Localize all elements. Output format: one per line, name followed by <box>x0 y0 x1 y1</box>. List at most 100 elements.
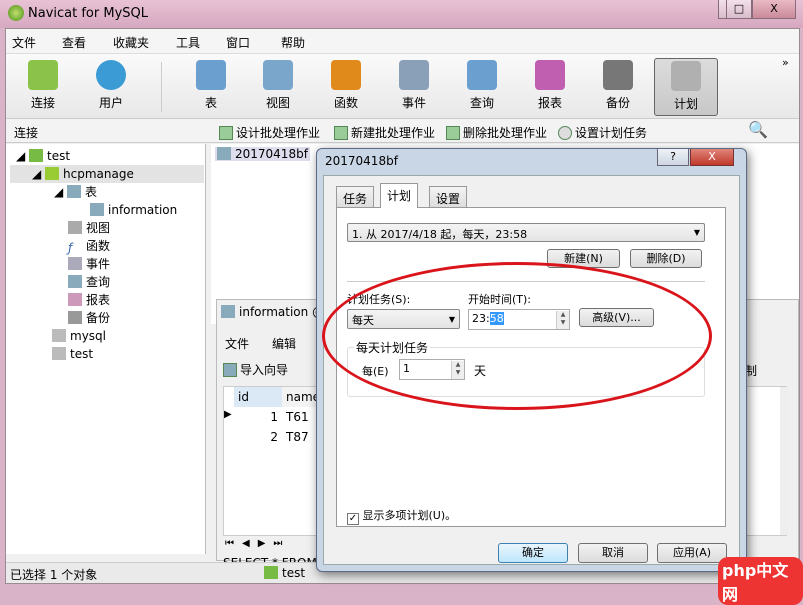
database-icon <box>45 167 60 180</box>
tree-item-queries[interactable]: 查询 <box>68 273 110 291</box>
chevron-down-icon: ▼ <box>448 315 455 324</box>
tree-item-events[interactable]: 事件 <box>68 255 110 273</box>
dialog-close-button[interactable]: X <box>690 149 734 166</box>
delete-batch-job-button[interactable]: 删除批处理作业 <box>446 124 547 141</box>
tree-item-test[interactable]: ◢ test <box>16 147 70 165</box>
toolbar-user-button[interactable]: 用户 <box>84 58 138 116</box>
record-navigator[interactable]: ⏮◀▶⏭ <box>225 538 290 549</box>
ok-button[interactable]: 确定 <box>498 543 568 563</box>
delete-schedule-button[interactable]: 删除(D) <box>630 249 702 268</box>
menu-help[interactable]: 帮助 <box>281 34 305 51</box>
advanced-button[interactable]: 高级(V)... <box>579 308 654 327</box>
design-icon <box>219 126 233 140</box>
cancel-button[interactable]: 取消 <box>578 543 648 563</box>
tab-schedule[interactable]: 计划 <box>380 183 419 208</box>
schedule-page: 1. 从 2017/4/18 起，每天，23:58 ▼ 新建(N) 删除(D) 计… <box>336 207 726 527</box>
schedule-dialog: 20170418bf ? X 任务 计划 设置 1. 从 2017/4/18 起… <box>316 148 747 572</box>
new-schedule-button[interactable]: 新建(N) <box>547 249 620 268</box>
tree-item-information[interactable]: information <box>90 201 177 219</box>
tree-item-functions[interactable]: ƒ 函数 <box>68 237 110 255</box>
time-spinner[interactable]: ▲ ▼ <box>556 311 569 329</box>
schedule-task-label: 计划任务(S): <box>347 293 411 306</box>
table-icon <box>90 203 104 216</box>
backup-icon <box>603 60 633 90</box>
subwindow-title: information @ <box>221 305 324 319</box>
toolbar-table-button[interactable]: 表 <box>184 58 238 116</box>
dialog-title: 20170418bf <box>325 154 398 168</box>
title-bar: Navicat for MySQL ▭ □ X <box>0 0 803 28</box>
cell-id[interactable]: 2 <box>234 427 282 447</box>
cell-id[interactable]: 1 <box>234 407 282 427</box>
database-icon <box>52 329 66 342</box>
tree-item-hcpmanage[interactable]: ◢ hcpmanage <box>10 165 204 183</box>
backup-icon <box>68 311 82 324</box>
toolbar-query-button[interactable]: 查询 <box>455 58 509 116</box>
start-time-label: 开始时间(T): <box>468 293 532 306</box>
tree-item-tables[interactable]: ◢ 表 <box>54 183 97 201</box>
batch-job-item[interactable]: 20170418bf <box>215 147 310 161</box>
menu-window[interactable]: 窗口 <box>226 34 250 51</box>
search-icon[interactable]: 🔍 <box>748 120 768 139</box>
every-days-input[interactable]: 1 ▲ ▼ <box>399 359 465 380</box>
sub-menu-file[interactable]: 文件 <box>225 335 249 352</box>
tree-item-reports[interactable]: 报表 <box>68 291 110 309</box>
menu-favorites[interactable]: 收藏夹 <box>113 34 149 51</box>
tree-item-views[interactable]: 视图 <box>68 219 110 237</box>
days-spinner[interactable]: ▲ ▼ <box>451 361 464 379</box>
event-icon <box>68 257 82 270</box>
sub-menu-edit[interactable]: 编辑 <box>272 335 296 352</box>
tab-task[interactable]: 任务 <box>336 186 375 207</box>
toolbar-view-button[interactable]: 视图 <box>251 58 305 116</box>
menu-bar: 文件 查看 收藏夹 工具 窗口 帮助 <box>6 29 799 53</box>
column-header-id[interactable]: id <box>234 387 282 407</box>
report-icon <box>68 293 82 306</box>
toolbar-overflow-icon[interactable]: » <box>782 56 789 69</box>
report-icon <box>535 60 565 90</box>
tree-item-test-db[interactable]: test <box>52 345 93 363</box>
toolbar-backup-button[interactable]: 备份 <box>591 58 645 116</box>
menu-tools[interactable]: 工具 <box>176 34 200 51</box>
checkbox-check-icon: ✓ <box>347 513 359 525</box>
event-clock-icon <box>399 60 429 90</box>
import-wizard-button[interactable]: 导入向导 <box>223 361 288 378</box>
toolbar-event-button[interactable]: 事件 <box>387 58 441 116</box>
close-button[interactable]: X <box>752 0 796 19</box>
view-icon <box>263 60 293 90</box>
set-schedule-button[interactable]: 设置计划任务 <box>558 124 647 141</box>
toolbar-schedule-button[interactable]: 计划 <box>654 58 718 116</box>
toolbar-function-button[interactable]: 函数 <box>319 58 373 116</box>
show-multiple-checkbox[interactable]: ✓ 显示多项计划(U)。 <box>347 507 456 525</box>
start-time-input[interactable]: 23:58 ▲ ▼ <box>468 309 570 330</box>
cell-name[interactable]: T61 <box>282 407 313 427</box>
function-icon: ƒ <box>68 241 73 255</box>
batch-job-icon <box>217 147 231 160</box>
menu-view[interactable]: 查看 <box>62 34 86 51</box>
toolbar-report-button[interactable]: 报表 <box>523 58 577 116</box>
design-batch-job-button[interactable]: 设计批处理作业 <box>219 124 320 141</box>
new-icon <box>334 126 348 140</box>
section-label: 连接 <box>14 126 39 140</box>
window-title: Navicat for MySQL <box>28 6 148 21</box>
menu-file[interactable]: 文件 <box>12 34 36 51</box>
toolbar-connect-button[interactable]: 连接 <box>16 58 70 116</box>
table-icon <box>196 60 226 90</box>
tab-settings[interactable]: 设置 <box>429 186 468 207</box>
help-button[interactable]: ? <box>657 149 689 166</box>
cell-name[interactable]: T87 <box>282 427 313 447</box>
tree-item-backups[interactable]: 备份 <box>68 309 110 327</box>
navicat-logo-icon <box>8 5 24 21</box>
schedule-task-select[interactable]: 每天 ▼ <box>347 309 460 329</box>
maximize-button[interactable]: □ <box>726 0 752 19</box>
vertical-scrollbar[interactable] <box>780 387 788 535</box>
import-icon <box>223 363 237 377</box>
query-icon <box>467 60 497 90</box>
watermark-logo: php中文网 <box>718 557 803 605</box>
tree-item-mysql[interactable]: mysql <box>52 327 106 345</box>
dialog-body: 任务 计划 设置 1. 从 2017/4/18 起，每天，23:58 ▼ 新建(N… <box>323 175 740 565</box>
schedule-list-select[interactable]: 1. 从 2017/4/18 起，每天，23:58 ▼ <box>347 223 705 242</box>
apply-button[interactable]: 应用(A) <box>657 543 727 563</box>
new-batch-job-button[interactable]: 新建批处理作业 <box>334 124 435 141</box>
group-title: 每天计划任务 <box>354 339 431 356</box>
current-row-icon: ▶ <box>224 409 232 420</box>
table-icon <box>67 185 82 198</box>
